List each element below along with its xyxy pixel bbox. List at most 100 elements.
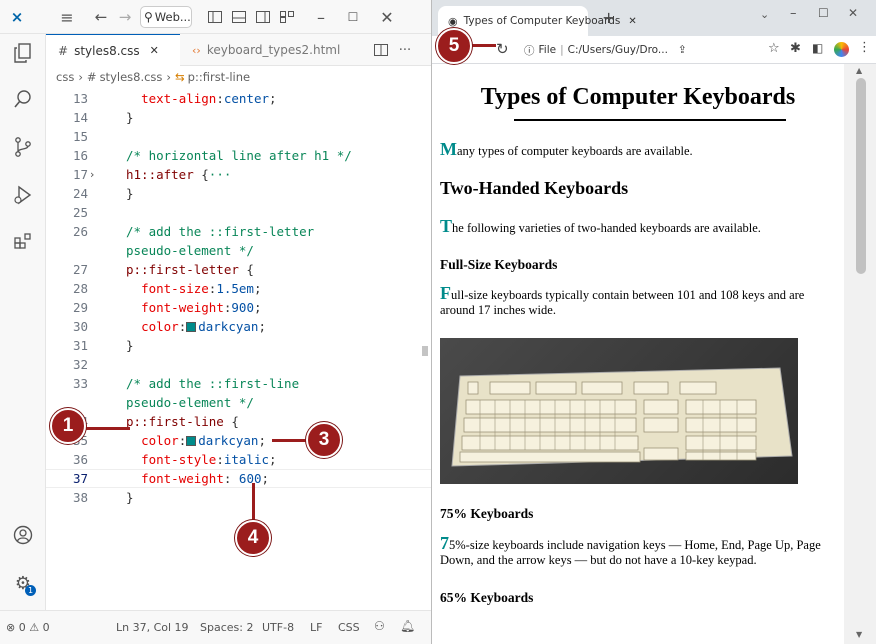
minimize-icon[interactable]: –: [790, 6, 797, 21]
explorer-icon[interactable]: [12, 42, 34, 64]
scroll-up-arrow-icon[interactable]: ▲: [856, 66, 862, 75]
code-token: ···: [208, 167, 232, 182]
code-line[interactable]: 13 text-align:center;: [46, 89, 426, 108]
tab-label: styles8.css: [74, 43, 140, 58]
encoding-indicator[interactable]: UTF-8: [262, 621, 294, 634]
notifications-bell-icon[interactable]: 🔔︎: [400, 619, 415, 633]
code-text: /* add the ::first-letter: [126, 222, 314, 241]
close-window-icon[interactable]: ✕: [848, 6, 858, 20]
code-line[interactable]: 16 /* horizontal line after h1 */: [46, 146, 426, 165]
toggle-secondary-sidebar-icon[interactable]: [254, 8, 272, 26]
command-center-search[interactable]: ⚲ Web...: [140, 6, 192, 28]
tab-search-chevron-down-icon[interactable]: ⌄: [760, 8, 769, 21]
code-token: }: [126, 338, 134, 353]
breadcrumb-symbol[interactable]: p::first-line: [188, 70, 250, 84]
side-panel-icon[interactable]: ◧: [812, 41, 823, 55]
settings-gear-icon[interactable]: ⚙ 1: [12, 572, 36, 596]
language-indicator[interactable]: CSS: [338, 621, 360, 634]
close-tab-icon[interactable]: ✕: [628, 16, 636, 27]
tab-keyboard-types2-html[interactable]: ‹› keyboard_types2.html: [180, 34, 360, 66]
scroll-down-arrow-icon[interactable]: ▼: [856, 630, 862, 639]
browser-tab-title: Types of Computer Keyboards: [463, 15, 621, 27]
code-line[interactable]: 17 h1::after {···: [46, 165, 426, 184]
code-line[interactable]: 35 color: darkcyan;: [46, 431, 426, 450]
chevron-right-icon: ›: [78, 70, 83, 84]
breadcrumb: css › # styles8.css › ⇆ p::first-line: [46, 66, 432, 88]
code-line[interactable]: 24}: [46, 184, 426, 203]
indentation-indicator[interactable]: Spaces: 2: [200, 621, 253, 634]
problems-indicator[interactable]: ⊗ 0 ⚠ 0: [6, 621, 50, 634]
code-token: /* add the ::first-line: [126, 376, 300, 391]
code-line[interactable]: 26 /* add the ::first-letter: [46, 222, 426, 241]
forward-arrow-icon[interactable]: →: [116, 8, 134, 26]
code-token: p::first-line: [126, 414, 224, 429]
breadcrumb-folder[interactable]: css: [56, 70, 74, 84]
paragraph-text: any types of computer keyboards are avai…: [457, 144, 693, 158]
line-number: 17: [72, 167, 88, 182]
code-token: :: [178, 433, 187, 448]
code-token: /* horizontal line after h1 */: [126, 148, 352, 163]
close-window-icon[interactable]: ✕: [378, 8, 396, 27]
color-swatch-icon[interactable]: [186, 322, 197, 332]
minimize-icon[interactable]: –: [312, 8, 330, 27]
code-line[interactable]: 38}: [46, 488, 426, 507]
code-line[interactable]: 25: [46, 203, 426, 222]
line-number: 16: [72, 148, 88, 163]
toggle-panel-icon[interactable]: [230, 8, 248, 26]
maximize-icon[interactable]: ☐: [818, 6, 829, 20]
close-tab-icon[interactable]: ✕: [150, 44, 159, 57]
toggle-sidebar-icon[interactable]: [206, 8, 224, 26]
first-letter: M: [440, 139, 457, 159]
fold-arrow-icon[interactable]: ›: [90, 168, 94, 181]
customize-layout-icon[interactable]: [278, 8, 296, 26]
scrollbar-thumb[interactable]: [856, 78, 866, 274]
bookmark-star-icon[interactable]: ☆: [768, 41, 780, 56]
breadcrumb-file[interactable]: styles8.css: [100, 70, 163, 84]
share-icon[interactable]: ⇪: [678, 44, 687, 56]
new-tab-button[interactable]: +: [602, 8, 615, 27]
maximize-icon[interactable]: ☐: [344, 8, 362, 26]
address-bar[interactable]: ⓘ File | C:/Users/Guy/Dro... ⇪: [520, 39, 760, 61]
search-icon[interactable]: [12, 88, 34, 110]
profile-avatar[interactable]: [834, 42, 849, 57]
account-icon[interactable]: [12, 524, 34, 546]
code-line[interactable]: 29 font-weight:900;: [46, 298, 426, 317]
extensions-icon[interactable]: [12, 230, 34, 252]
extensions-puzzle-icon[interactable]: ✱: [790, 41, 801, 56]
reload-icon[interactable]: ↻: [496, 40, 509, 58]
code-line[interactable]: 37 font-weight: 600;: [46, 469, 426, 488]
color-swatch-icon[interactable]: [186, 436, 197, 446]
split-editor-icon[interactable]: [372, 41, 390, 59]
code-line[interactable]: 36 font-style:italic;: [46, 450, 426, 469]
info-icon: ⓘ: [524, 44, 535, 57]
page-scrollbar[interactable]: ▲ ▼: [844, 64, 876, 644]
code-line[interactable]: 15: [46, 127, 426, 146]
code-line[interactable]: 33 /* add the ::first-line: [46, 374, 426, 393]
code-line[interactable]: pseudo-element */: [46, 241, 426, 260]
source-control-icon[interactable]: [12, 136, 34, 158]
back-arrow-icon[interactable]: ←: [92, 8, 110, 26]
tab-styles8-css[interactable]: # styles8.css ✕: [46, 34, 180, 66]
cursor-position[interactable]: Ln 37, Col 19: [116, 621, 189, 634]
menu-kebab-icon[interactable]: ⋮: [858, 40, 871, 55]
line-number: 29: [72, 300, 88, 315]
menu-icon[interactable]: ≡: [58, 8, 76, 27]
code-line[interactable]: 31}: [46, 336, 426, 355]
code-text: font-size:1.5em;: [126, 279, 261, 298]
feedback-icon[interactable]: ⚇: [374, 619, 385, 633]
run-debug-icon[interactable]: [12, 184, 34, 206]
code-token: :: [178, 319, 187, 334]
code-line[interactable]: 27 p::first-letter {: [46, 260, 426, 279]
scrollbar-marker[interactable]: [422, 346, 428, 356]
code-line[interactable]: 30 color: darkcyan;: [46, 317, 426, 336]
code-text: }: [126, 108, 134, 127]
code-line[interactable]: 28 font-size:1.5em;: [46, 279, 426, 298]
code-line[interactable]: 14}: [46, 108, 426, 127]
code-token: center: [223, 91, 270, 106]
more-actions-icon[interactable]: ···: [396, 41, 414, 59]
code-line[interactable]: 32: [46, 355, 426, 374]
code-line[interactable]: pseudo-element */: [46, 393, 426, 412]
keyboard-illustration: [451, 367, 793, 467]
code-token: pseudo-element */: [126, 395, 254, 410]
eol-indicator[interactable]: LF: [310, 621, 322, 634]
